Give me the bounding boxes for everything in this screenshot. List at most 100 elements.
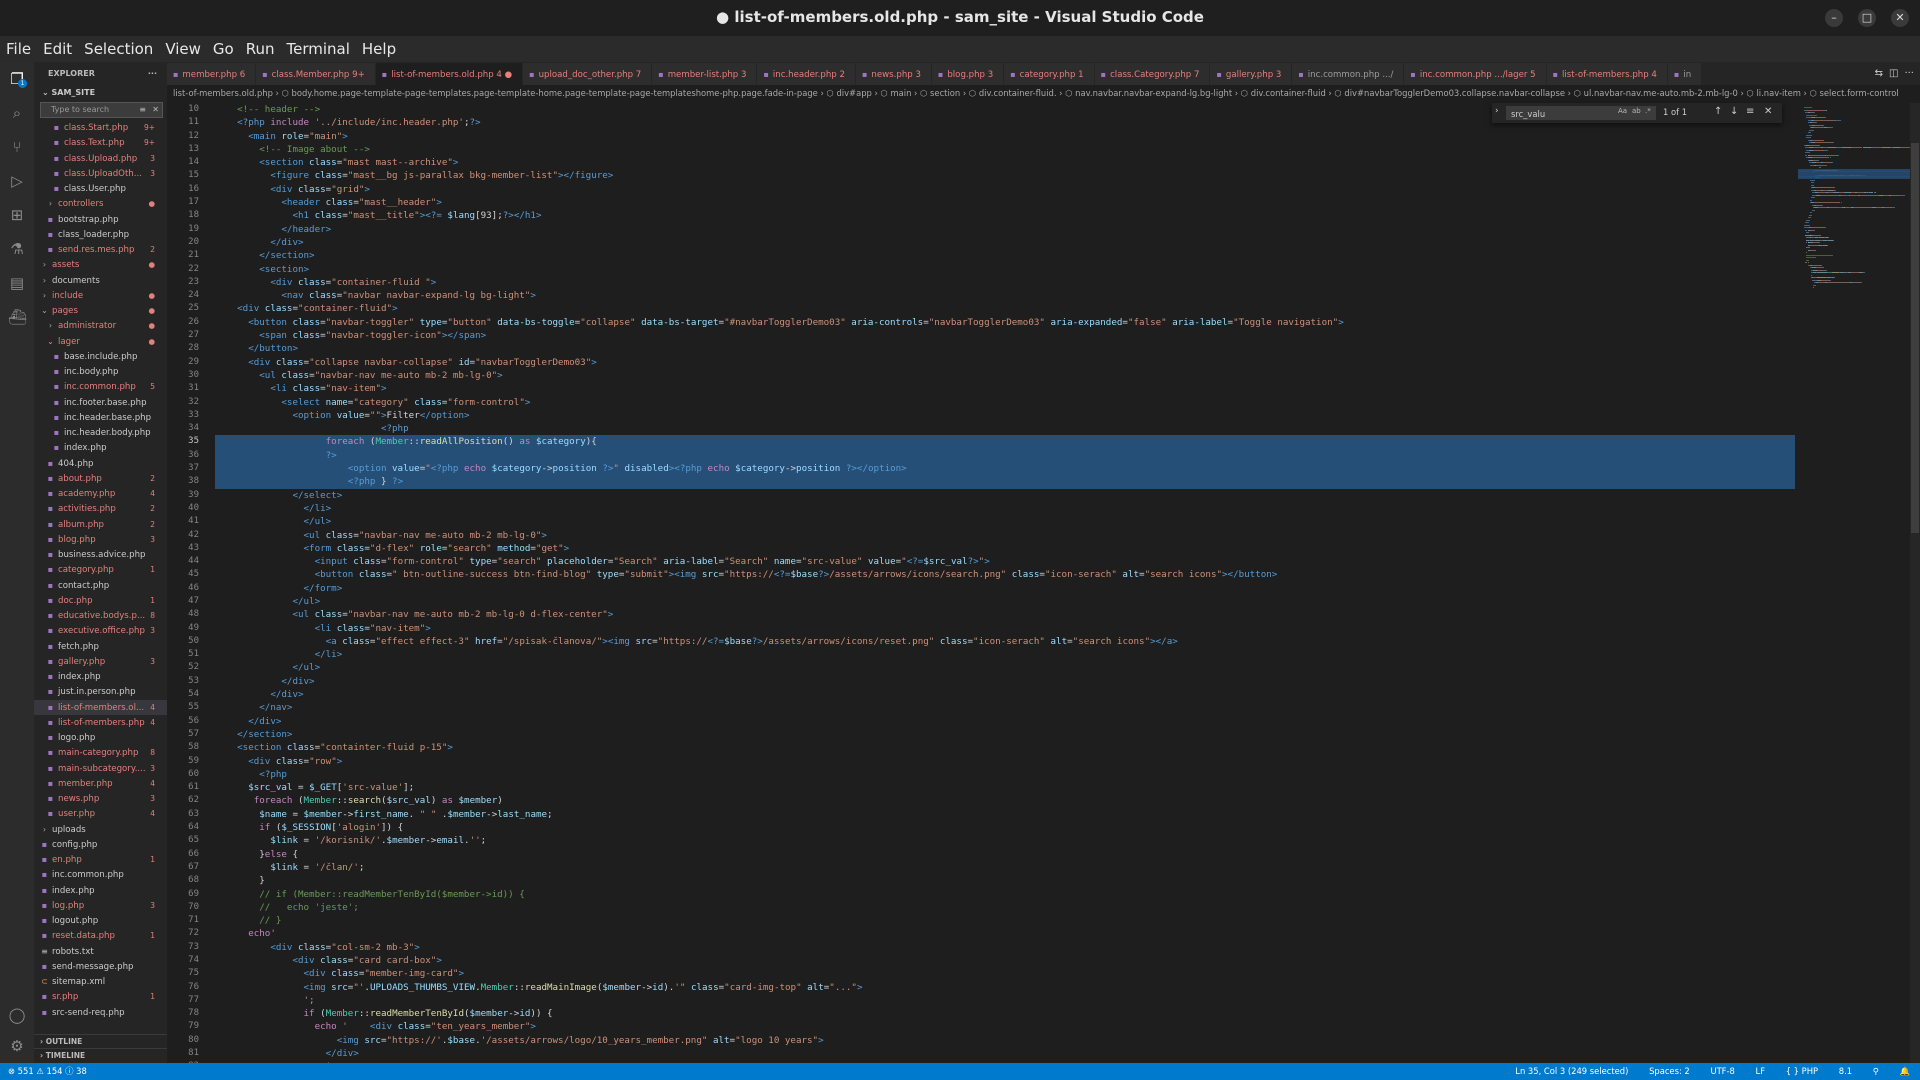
file-item[interactable]: ▪ blog.php 3 xyxy=(34,532,167,547)
code-line[interactable]: <li class="nav-item"> xyxy=(215,382,1795,395)
file-item[interactable]: ▪ inc.body.php xyxy=(34,364,167,379)
editor-tab[interactable]: ▪ class.Category.php 7 xyxy=(1094,63,1211,85)
editor-tab[interactable]: ▪ in xyxy=(1667,63,1703,85)
editor-tab[interactable]: ▪ member.php 6 xyxy=(167,63,257,85)
menu-view[interactable]: View xyxy=(159,36,207,62)
file-item[interactable]: ▪ inc.header.base.php xyxy=(34,410,167,425)
timeline-section[interactable]: › TIMELINE xyxy=(34,1048,167,1062)
code-line[interactable]: <button class=" btn-outline-success btn-… xyxy=(215,568,1795,581)
code-line[interactable]: <form class="d-flex" role="search" metho… xyxy=(215,542,1795,555)
scrollbar-thumb[interactable] xyxy=(1911,143,1919,533)
code-line[interactable]: <div class="collapse navbar-collapse" id… xyxy=(215,356,1795,369)
code-line[interactable]: </section> xyxy=(215,728,1795,741)
code-line[interactable]: if (Member::readMemberTenById($member->i… xyxy=(215,1007,1795,1020)
file-item[interactable]: ▪ class.User.php xyxy=(34,181,167,196)
notifications-icon[interactable]: 🔔 xyxy=(1900,1066,1910,1076)
code-line[interactable]: <main role="main"> xyxy=(215,130,1795,143)
account-icon[interactable]: ◯ xyxy=(8,1006,26,1024)
code-line[interactable]: <div class="container-fluid"> xyxy=(215,302,1795,315)
code-line[interactable]: </select> xyxy=(215,489,1795,502)
file-item[interactable]: ▪ class.Upload.php 3 xyxy=(34,151,167,166)
file-item[interactable]: ▪ src-send-req.php xyxy=(34,1005,167,1020)
editor-tab[interactable]: ▪ list-of-members.php 4 xyxy=(1546,63,1668,85)
file-item[interactable]: ▪ executive.office.php 3 xyxy=(34,623,167,638)
code-line[interactable]: $name = $member->first_name. " " .$membe… xyxy=(215,808,1795,821)
code-line[interactable]: </div> xyxy=(215,688,1795,701)
code-line[interactable]: <?php xyxy=(215,768,1795,781)
code-line[interactable]: <img src="https://'.$base.'/assets/arrow… xyxy=(215,1034,1795,1047)
code-line[interactable]: <input class="form-control" type="search… xyxy=(215,555,1795,568)
file-item[interactable]: ▪ category.php 1 xyxy=(34,562,167,577)
file-item[interactable]: ▪ base.include.php xyxy=(34,349,167,364)
code-line[interactable]: </section> xyxy=(215,249,1795,262)
code-line[interactable]: <a class="effect effect-3" href="/spisak… xyxy=(215,635,1795,648)
editor-tab[interactable]: ▪ inc.common.php .../lager 5 xyxy=(1404,63,1547,85)
code-line[interactable]: echo ' <div class="ten_years_member"> xyxy=(215,1020,1795,1033)
folder-item[interactable]: › documents xyxy=(34,273,167,288)
file-item[interactable]: ▪ educative.bodys.p... 8 xyxy=(34,608,167,623)
code-line[interactable]: </div> xyxy=(215,236,1795,249)
eol-status[interactable]: LF xyxy=(1756,1066,1765,1076)
testing-icon[interactable]: ⚗ xyxy=(8,240,26,258)
match-case-toggle[interactable]: Aa xyxy=(1618,107,1627,115)
code-line[interactable]: }else { xyxy=(215,848,1795,861)
php-version[interactable]: 8.1 xyxy=(1839,1066,1852,1076)
language-mode[interactable]: { } PHP xyxy=(1786,1066,1818,1076)
menu-go[interactable]: Go xyxy=(207,36,240,62)
code-line[interactable]: // if (Member::readMemberTenById($member… xyxy=(215,888,1795,901)
code-line[interactable]: <ul class="navbar-nav me-auto mb-2 mb-lg… xyxy=(215,369,1795,382)
file-item[interactable]: ▪ log.php 3 xyxy=(34,898,167,913)
file-item[interactable]: ▪ bootstrap.php xyxy=(34,212,167,227)
file-item[interactable]: ▪ gallery.php 3 xyxy=(34,654,167,669)
editor-tab[interactable]: ▪ member-list.php 3 xyxy=(652,63,758,85)
editor-tab[interactable]: ▪ blog.php 3 xyxy=(931,63,1005,85)
menu-run[interactable]: Run xyxy=(240,36,281,62)
code-line[interactable]: <div class="card card-box"> xyxy=(215,954,1795,967)
menu-edit[interactable]: Edit xyxy=(37,36,78,62)
file-item[interactable]: ▪ config.php xyxy=(34,837,167,852)
file-item[interactable]: ▪ news.php 3 xyxy=(34,791,167,806)
file-item[interactable]: ▪ list-of-members.ol... 4 xyxy=(34,699,167,715)
editor-tab[interactable]: ▪ list-of-members.old.php 4 ● xyxy=(375,63,524,85)
code-line[interactable]: </nav> xyxy=(215,701,1795,714)
file-item[interactable]: ▪ logout.php xyxy=(34,913,167,928)
project-root[interactable]: ⌄ SAM_SITE xyxy=(34,86,167,100)
close-window-button[interactable]: ✕ xyxy=(1891,9,1909,27)
previous-match-button[interactable]: ↑ xyxy=(1714,106,1722,117)
encoding-status[interactable]: UTF-8 xyxy=(1710,1066,1734,1076)
file-item[interactable]: ▪ main-category.php 8 xyxy=(34,745,167,760)
code-line[interactable]: <option value="">Filter</option> xyxy=(215,409,1795,422)
explorer-search-input[interactable]: Type to search ≡ ✕ xyxy=(40,102,163,118)
code-line[interactable]: <nav class="navbar navbar-expand-lg bg-l… xyxy=(215,289,1795,302)
code-line[interactable]: </ul> xyxy=(215,661,1795,674)
code-line[interactable]: </div> xyxy=(215,675,1795,688)
file-item[interactable]: ▪ reset.data.php 1 xyxy=(34,928,167,943)
explorer-more-button[interactable]: ··· xyxy=(148,62,157,86)
menu-help[interactable]: Help xyxy=(356,36,402,62)
file-item[interactable]: ▪ sr.php 1 xyxy=(34,989,167,1004)
file-item[interactable]: ▪ just.in.person.php xyxy=(34,684,167,699)
folder-item[interactable]: › assets ● xyxy=(34,257,167,272)
next-match-button[interactable]: ↓ xyxy=(1730,106,1738,117)
problems-status[interactable]: ⊗ 551 ⚠ 154 ⓘ 38 xyxy=(8,1063,87,1080)
file-item[interactable]: ▪ about.php 2 xyxy=(34,471,167,486)
code-line[interactable]: <header class="mast__header"> xyxy=(215,196,1795,209)
code-line[interactable]: </ul> xyxy=(215,595,1795,608)
editor-tab[interactable]: ▪ inc.common.php .../ xyxy=(1292,63,1405,85)
code-line[interactable]: </li> xyxy=(215,648,1795,661)
code-line[interactable]: echo' xyxy=(215,927,1795,940)
file-item[interactable]: ≡ robots.txt xyxy=(34,944,167,959)
file-item[interactable]: ▪ inc.common.php 5 xyxy=(34,379,167,394)
code-line[interactable]: </div> xyxy=(215,1047,1795,1060)
search-icon[interactable]: ⌕ xyxy=(8,104,26,122)
run-debug-icon[interactable]: ▷ xyxy=(8,172,26,190)
code-line[interactable]: // } xyxy=(215,914,1795,927)
editor-tab[interactable]: ▪ news.php 3 xyxy=(855,63,932,85)
code-line[interactable]: } xyxy=(215,874,1795,887)
code-line[interactable]: <ul class="navbar-nav me-auto mb-2 mb-lg… xyxy=(215,608,1795,621)
code-editor[interactable]: <!-- header --> <?php include '../includ… xyxy=(215,103,1795,1063)
source-control-icon[interactable]: ⑂ xyxy=(8,138,26,156)
minimize-button[interactable]: – xyxy=(1825,9,1843,27)
close-icon[interactable]: ✕ xyxy=(152,103,159,117)
code-line[interactable]: </header> xyxy=(215,223,1795,236)
